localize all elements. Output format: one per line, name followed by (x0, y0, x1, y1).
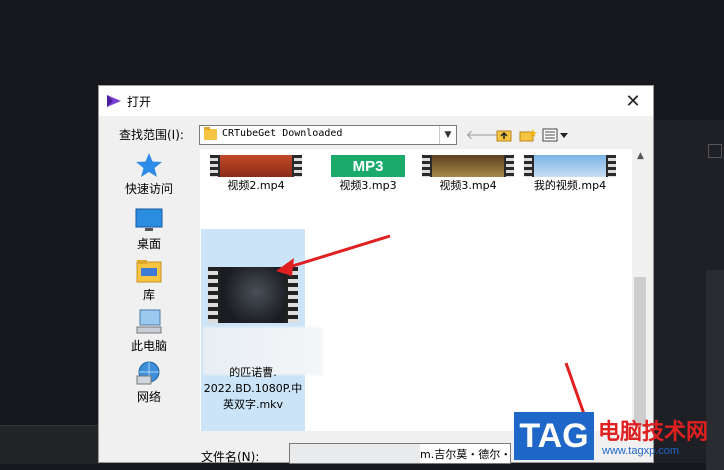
place-label: 网络 (136, 390, 161, 404)
file-item[interactable]: 视频3.mp4 (416, 155, 520, 193)
close-button[interactable]: ✕ (613, 86, 653, 116)
new-folder-icon[interactable] (519, 127, 537, 143)
video-thumbnail (524, 155, 616, 177)
file-name: 视频3.mp4 (439, 179, 497, 192)
open-file-dialog: 打开 ✕ 查找范围(I): CRTubeGet Downloaded ▼ 🡐 快… (98, 85, 654, 464)
blurred-text (290, 444, 420, 463)
scroll-up-icon[interactable]: ▲ (632, 151, 649, 165)
video-thumbnail (422, 155, 514, 177)
computer-icon (135, 309, 163, 335)
selected-file-name: 的匹诺曹. 2022.BD.1080P.中 英双字.mkv (201, 365, 305, 413)
app-logo-icon (107, 95, 121, 107)
file-name-value: m.吉尔莫・德尔・ (420, 448, 508, 461)
file-name: 视频2.mp4 (227, 179, 285, 192)
file-name: 我的视频.mp4 (533, 179, 607, 192)
file-item[interactable]: 视频2.mp4 (204, 155, 308, 193)
watermark-site-name: 电脑技术网 (598, 420, 709, 445)
file-item[interactable]: MP3 视频3.mp3 (316, 155, 420, 193)
desktop-icon (135, 207, 163, 233)
background-square (708, 144, 722, 158)
place-this-pc[interactable]: 此电脑 (107, 309, 191, 354)
dialog-title: 打开 (127, 95, 152, 109)
network-icon (135, 360, 163, 386)
place-library[interactable]: 库 (107, 258, 191, 303)
place-network[interactable]: 网络 (107, 360, 191, 405)
file-name-input[interactable]: m.吉尔莫・德尔・ (289, 443, 511, 464)
scrollbar-thumb[interactable] (634, 277, 646, 427)
watermark-tag-logo: TAG (514, 412, 594, 460)
view-menu-icon[interactable] (542, 127, 570, 143)
video-thumbnail (210, 155, 302, 177)
library-icon (135, 258, 163, 284)
file-item[interactable]: 我的视频.mp4 (518, 155, 622, 193)
look-in-value: CRTubeGet Downloaded (222, 128, 343, 139)
watermark-url: www.tagxp.com (602, 445, 680, 457)
place-desktop[interactable]: 桌面 (107, 207, 191, 252)
look-in-combobox[interactable]: CRTubeGet Downloaded ▼ (199, 125, 457, 145)
file-name-line: 英双字.mkv (222, 398, 284, 411)
place-label: 库 (142, 288, 155, 302)
selected-file-item[interactable]: 的匹诺曹. 2022.BD.1080P.中 英双字.mkv (201, 229, 323, 431)
mp3-badge-icon: MP3 (331, 155, 405, 177)
place-label: 桌面 (136, 237, 161, 251)
file-name-line: 的匹诺曹. (229, 366, 277, 379)
dialog-titlebar: 打开 ✕ (99, 86, 653, 116)
folder-icon (204, 127, 217, 140)
place-quick-access[interactable]: 快速访问 (107, 152, 191, 197)
chevron-down-icon[interactable]: ▼ (439, 126, 456, 144)
up-folder-icon[interactable] (495, 127, 513, 143)
look-in-label: 查找范围(I): (119, 128, 184, 142)
file-name-label: 文件名(N): (201, 450, 260, 464)
back-icon[interactable]: 🡐 (466, 127, 501, 143)
video-thumbnail (208, 267, 298, 323)
place-label: 此电脑 (130, 339, 167, 353)
background-bottom-bar (0, 425, 100, 464)
file-name: 视频3.mp3 (339, 179, 397, 192)
vertical-scrollbar[interactable]: ▲ (632, 149, 649, 431)
watermark: TAG 电脑技术网 www.tagxp.com (514, 412, 724, 463)
file-name-line: 2022.BD.1080P.中 (203, 382, 303, 395)
file-list[interactable]: 视频2.mp4 MP3 视频3.mp3 视频3.mp4 我的视频.mp4 的匹诺… (200, 149, 632, 431)
star-icon (135, 152, 163, 178)
place-label: 快速访问 (124, 182, 173, 196)
